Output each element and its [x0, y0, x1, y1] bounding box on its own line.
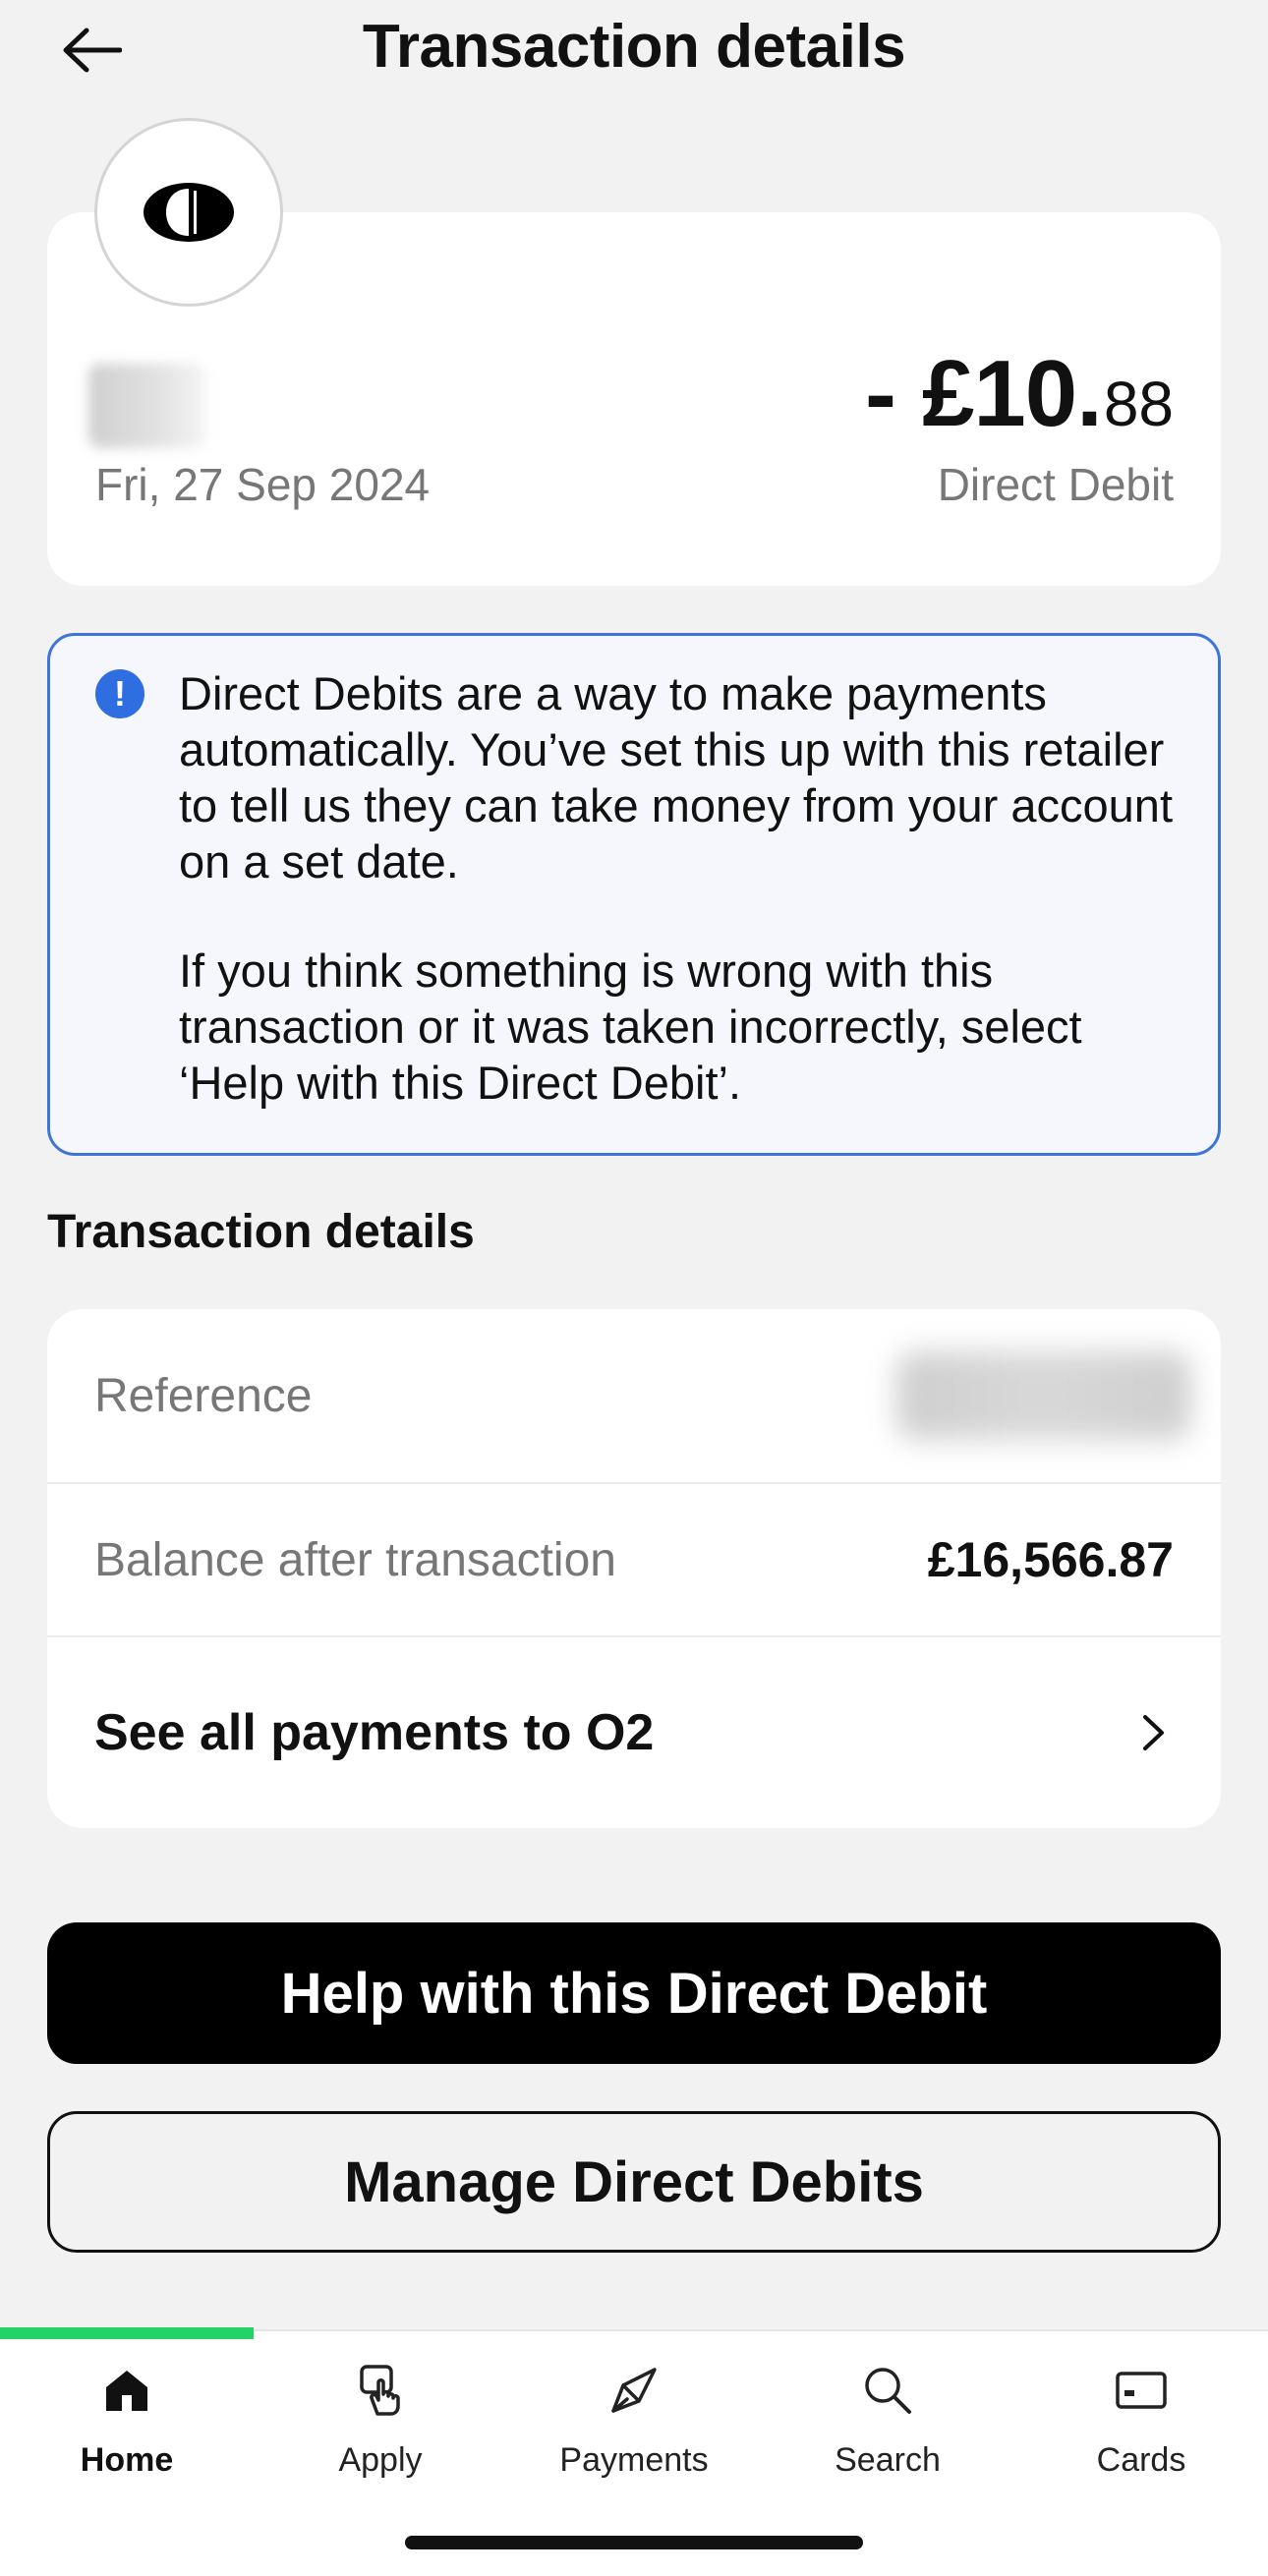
home-icon — [97, 2361, 156, 2420]
merchant-name-redacted — [88, 364, 206, 448]
transaction-amount: - £10. 88 — [865, 340, 1174, 448]
amount-sign: - — [865, 341, 896, 446]
manage-direct-debits-button[interactable]: Manage Direct Debits — [47, 2111, 1221, 2253]
reference-value-redacted — [896, 1351, 1191, 1440]
info-text: Direct Debits are a way to make payments… — [179, 665, 1191, 1111]
transaction-date: Fri, 27 Sep 2024 — [95, 459, 431, 510]
info-icon: ! — [95, 669, 144, 718]
home-indicator-bar — [405, 2536, 863, 2549]
nav-item-payments[interactable]: Payments — [507, 2361, 761, 2508]
see-all-payments-label: See all payments to O2 — [94, 1704, 655, 1761]
transaction-details-card: Reference Balance after transaction £16,… — [47, 1309, 1221, 1828]
amount-minor: 88 — [1103, 369, 1174, 439]
header: Transaction details — [0, 0, 1268, 108]
merchant-logo — [94, 118, 283, 307]
balance-value: £16,566.87 — [927, 1532, 1174, 1587]
help-direct-debit-button[interactable]: Help with this Direct Debit — [47, 1922, 1221, 2064]
nav-item-search[interactable]: Search — [761, 2361, 1014, 2508]
nav-active-indicator — [0, 2327, 254, 2339]
page-title: Transaction details — [362, 13, 906, 81]
section-title: Transaction details — [47, 1206, 475, 1258]
transaction-type: Direct Debit — [937, 459, 1174, 510]
o2-logo-icon — [144, 183, 234, 242]
see-all-payments-link[interactable]: See all payments to O2 — [47, 1637, 1221, 1828]
info-paragraph-2: If you think something is wrong with thi… — [179, 945, 1082, 1109]
reference-row: Reference — [47, 1309, 1221, 1484]
reference-label: Reference — [94, 1369, 313, 1422]
nav-label-search: Search — [835, 2441, 941, 2479]
direct-debit-info-box: ! Direct Debits are a way to make paymen… — [47, 633, 1221, 1156]
payments-icon — [605, 2361, 663, 2420]
info-paragraph-1: Direct Debits are a way to make payments… — [179, 667, 1174, 887]
nav-item-apply[interactable]: Apply — [254, 2361, 507, 2508]
nav-label-apply: Apply — [338, 2441, 423, 2479]
apply-icon — [351, 2361, 410, 2420]
nav-label-home: Home — [80, 2441, 174, 2479]
search-icon — [858, 2361, 917, 2420]
nav-label-cards: Cards — [1096, 2441, 1186, 2479]
balance-row: Balance after transaction £16,566.87 — [47, 1484, 1221, 1637]
chevron-right-icon — [1134, 1713, 1174, 1752]
balance-label: Balance after transaction — [94, 1533, 616, 1586]
nav-label-payments: Payments — [559, 2441, 709, 2479]
nav-item-cards[interactable]: Cards — [1014, 2361, 1268, 2508]
nav-item-home[interactable]: Home — [0, 2361, 254, 2508]
amount-major: £10. — [921, 341, 1103, 446]
transaction-details-screen: Transaction details Fri, 27 Sep 2024 - £… — [0, 0, 1268, 2576]
cards-icon — [1112, 2361, 1171, 2420]
